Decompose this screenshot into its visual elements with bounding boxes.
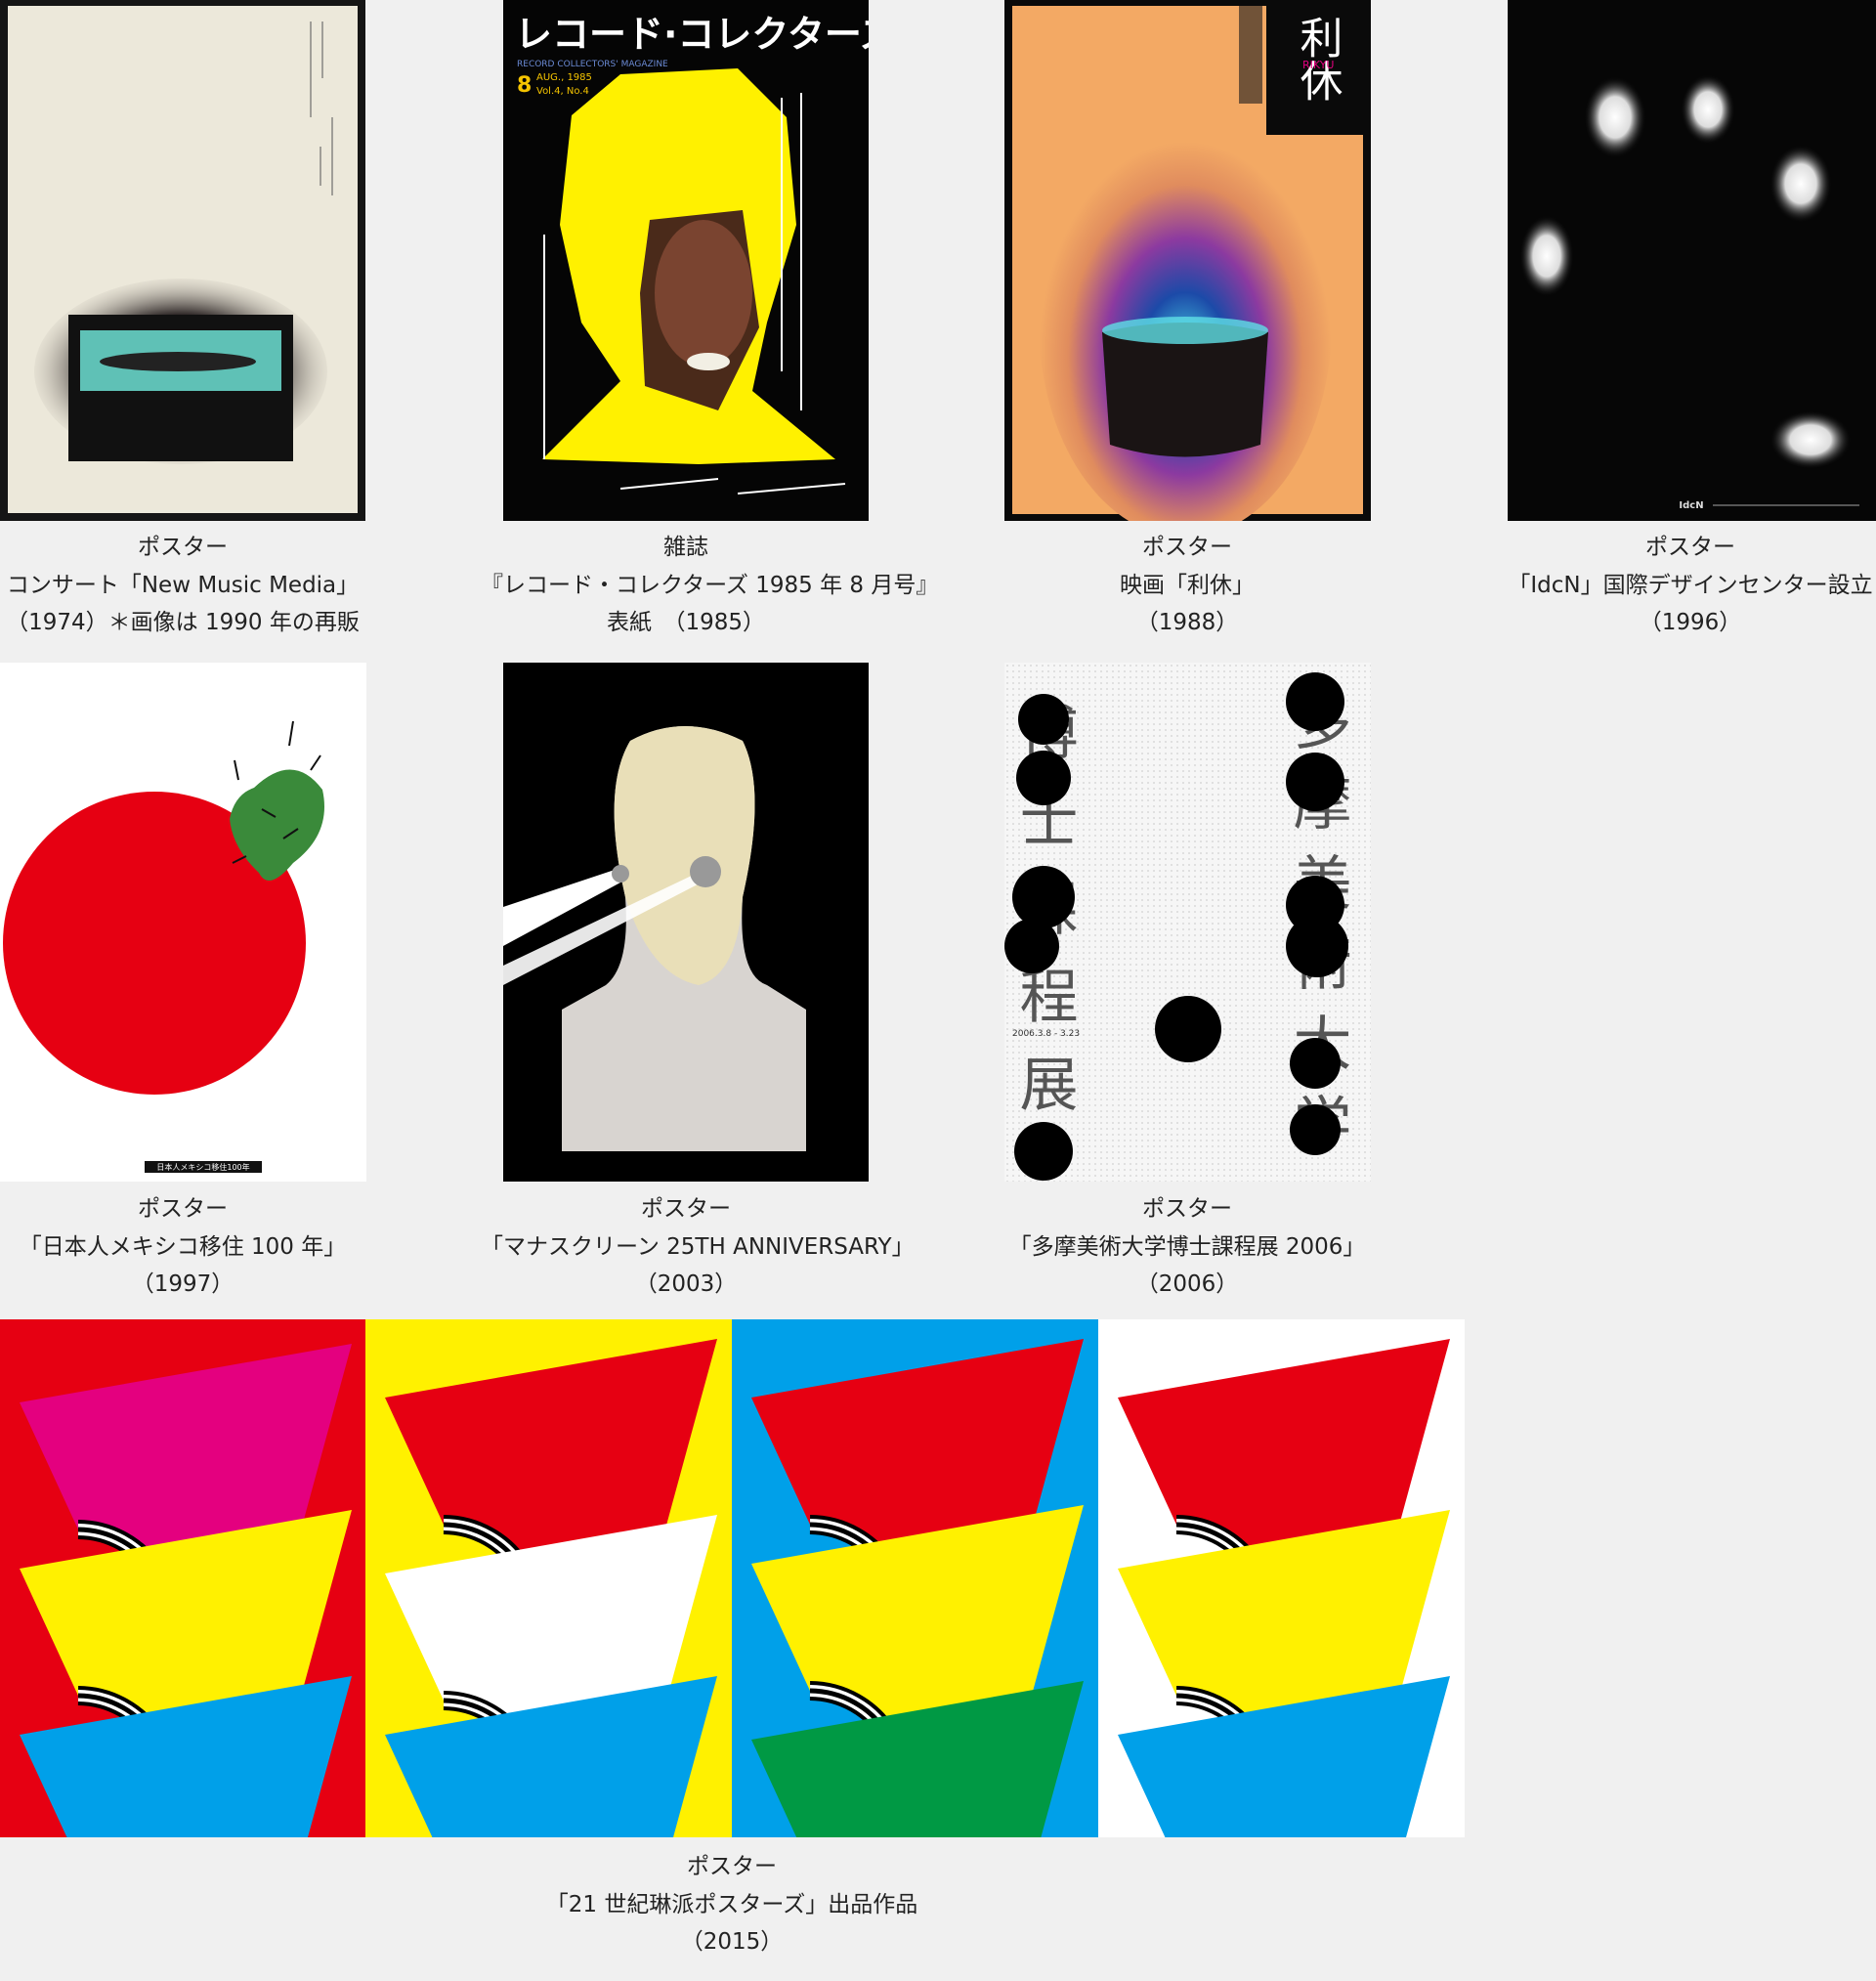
caption-title: 「マナスクリーン 25TH ANNIVERSARY」	[481, 1233, 915, 1260]
caption-new-music-media: ポスター コンサート「New Music Media」 （1974）＊画像は 1…	[0, 529, 388, 642]
caption-type: ポスター	[1142, 1196, 1232, 1222]
caption-title: 映画「利休」	[1120, 572, 1255, 598]
magazine-record-collectors[interactable]: レコード·コレクターズ RECORD COLLECTORS' MAGAZINE …	[503, 0, 869, 521]
caption-manascreen: ポスター 「マナスクリーン 25TH ANNIVERSARY」 （2003）	[481, 1190, 915, 1304]
caption-year: （2006）	[1135, 1271, 1239, 1297]
poster-mexico[interactable]: 日本人メキシコ移住100年	[0, 663, 366, 1182]
caption-type: ポスター	[138, 535, 228, 560]
caption-rinpa: ポスター 「21 世紀琳派ポスターズ」出品作品 （2015）	[527, 1848, 937, 1961]
caption-type: ポスター	[1645, 535, 1735, 560]
rinpa-white-image	[1098, 1319, 1465, 1837]
tama-dates: 2006.3.8 - 3.23	[1012, 1029, 1080, 1039]
caption-year: （1997）	[131, 1271, 234, 1297]
poster-manascreen-image	[503, 663, 869, 1182]
caption-idcn: ポスター 「IdcN」国際デザインセンター設立 （1996）	[1485, 529, 1876, 642]
caption-year: （1974）＊画像は 1990 年の再販	[6, 610, 360, 635]
caption-title: 『レコード・コレクターズ 1985 年 8 月号』	[481, 572, 939, 598]
caption-type: ポスター	[1142, 535, 1232, 560]
poster-manascreen[interactable]	[503, 663, 869, 1182]
poster-tama-image: 博士課程展 多摩美術大学 2006.3.8 - 3.23	[1004, 663, 1371, 1182]
poster-tama[interactable]: 博士課程展 多摩美術大学 2006.3.8 - 3.23	[1004, 663, 1371, 1182]
caption-type: ポスター	[138, 1196, 228, 1222]
rinpa-red-image	[0, 1319, 365, 1837]
rinpa-blue-image	[732, 1319, 1098, 1837]
rinpa-yellow-image	[365, 1319, 732, 1837]
rinpa-poster-white[interactable]	[1098, 1319, 1465, 1837]
caption-year: （1988）	[1135, 610, 1239, 635]
caption-record-collectors: 雑誌 『レコード・コレクターズ 1985 年 8 月号』 表紙 （1985）	[481, 529, 939, 642]
idcn-logo: IdcN	[1679, 500, 1703, 511]
rinpa-poster-blue[interactable]	[732, 1319, 1098, 1837]
poster-new-music-media-image	[0, 0, 365, 521]
poster-idcn[interactable]: IdcN	[1508, 0, 1876, 521]
magazine-issue: 8	[517, 73, 532, 98]
magazine-vol: Vol.4, No.4	[536, 86, 589, 97]
caption-type: ポスター	[641, 1196, 731, 1222]
rikyu-roman: RIKYU	[1302, 59, 1334, 71]
rinpa-poster-yellow[interactable]	[365, 1319, 732, 1837]
caption-mexico: ポスター 「日本人メキシコ移住 100 年」 （1997）	[0, 1190, 388, 1304]
poster-mexico-image: 日本人メキシコ移住100年	[0, 663, 366, 1182]
caption-title: 「多摩美術大学博士課程展 2006」	[1008, 1233, 1366, 1260]
caption-type: ポスター	[687, 1854, 777, 1879]
mexico-label: 日本人メキシコ移住100年	[156, 1162, 249, 1172]
caption-type: 雑誌	[663, 535, 708, 560]
poster-new-music-media[interactable]	[0, 0, 365, 521]
caption-year: （1996）	[1639, 610, 1742, 635]
poster-rikyu-image: 利休 RIKYU	[1004, 0, 1371, 521]
caption-title: 「IdcN」国際デザインセンター設立	[1508, 572, 1873, 598]
poster-rikyu[interactable]: 利休 RIKYU	[1004, 0, 1371, 521]
caption-title: 「21 世紀琳派ポスターズ」出品作品	[545, 1891, 918, 1917]
magazine-logo: レコード·コレクターズ	[515, 13, 869, 56]
caption-tama: ポスター 「多摩美術大学博士課程展 2006」 （2006）	[982, 1190, 1392, 1304]
caption-year: （2015）	[680, 1929, 784, 1955]
caption-title: 「日本人メキシコ移住 100 年」	[19, 1233, 347, 1260]
magazine-issue-date: AUG., 1985	[536, 72, 592, 83]
rinpa-poster-red[interactable]	[0, 1319, 365, 1837]
caption-year: （2003）	[634, 1271, 738, 1297]
caption-rikyu: ポスター 映画「利休」 （1988）	[982, 529, 1392, 642]
magazine-sub: RECORD COLLECTORS' MAGAZINE	[517, 60, 668, 69]
poster-idcn-image: IdcN	[1508, 0, 1876, 521]
caption-title: コンサート「New Music Media」	[6, 572, 360, 598]
magazine-cover-image: レコード·コレクターズ RECORD COLLECTORS' MAGAZINE …	[503, 0, 869, 521]
caption-year: 表紙 （1985）	[606, 610, 766, 635]
